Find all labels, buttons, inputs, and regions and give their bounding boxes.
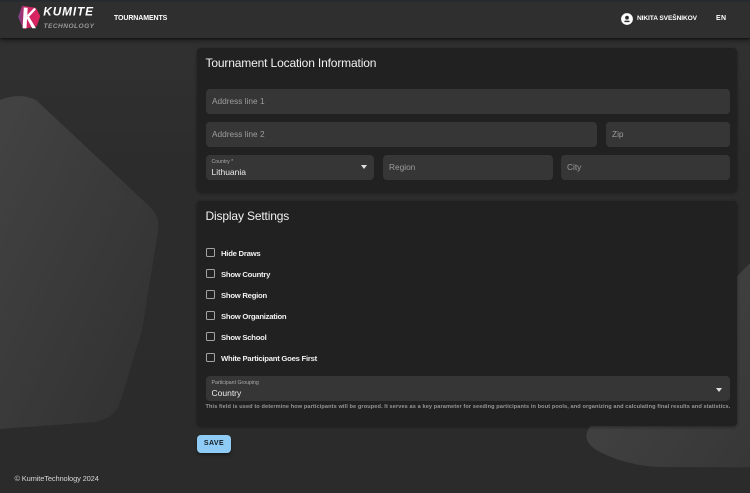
svg-text:TECHNOLOGY: TECHNOLOGY [44, 23, 95, 30]
svg-text:KUMITE: KUMITE [43, 5, 94, 19]
